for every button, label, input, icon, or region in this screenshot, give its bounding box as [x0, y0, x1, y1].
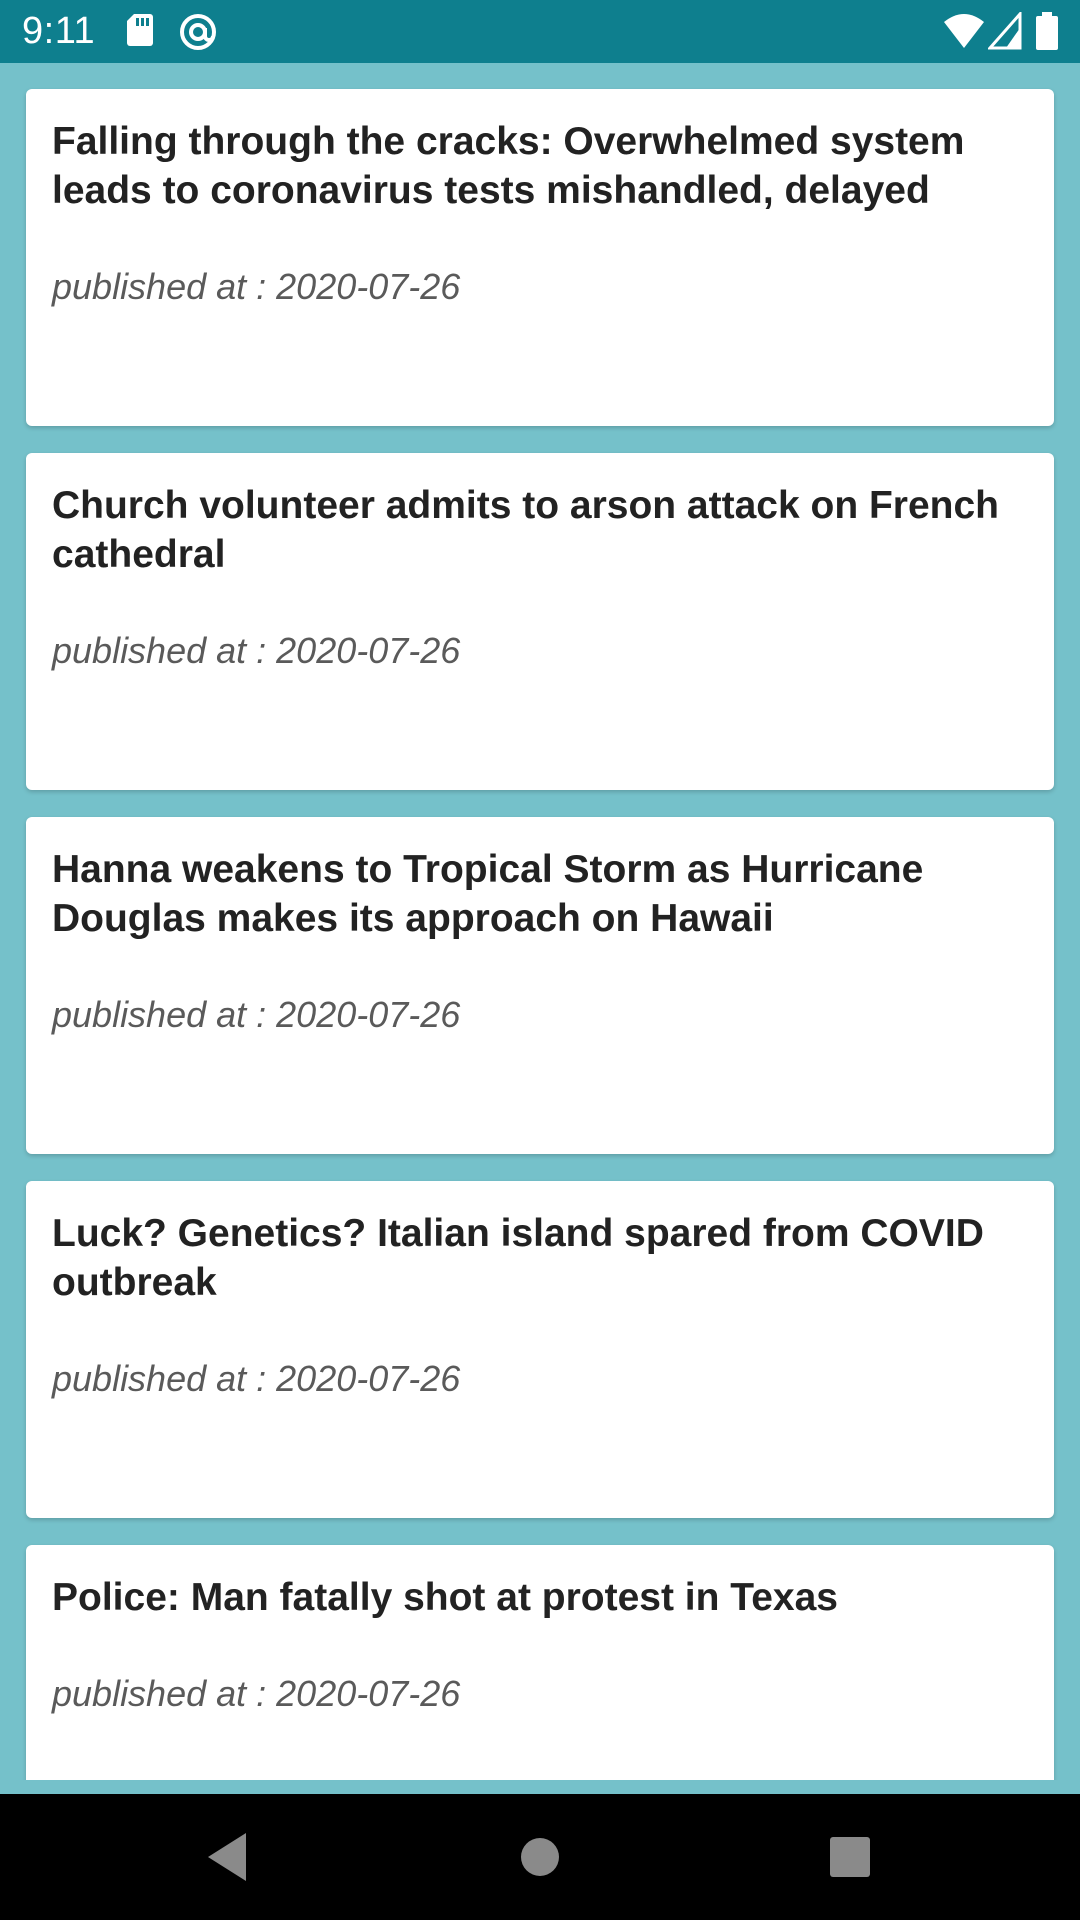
- article-title: Police: Man fatally shot at protest in T…: [52, 1576, 838, 1619]
- at-sign-icon: [178, 12, 218, 52]
- cell-signal-icon: [988, 12, 1022, 52]
- status-time: 9:11: [22, 10, 96, 52]
- article-title: Luck? Genetics? Italian island spared fr…: [52, 1212, 984, 1304]
- article-title: Falling through the cracks: Overwhelmed …: [52, 120, 965, 212]
- article-card[interactable]: Luck? Genetics? Italian island spared fr…: [26, 1181, 1054, 1518]
- article-card[interactable]: Church volunteer admits to arson attack …: [26, 453, 1054, 790]
- article-card[interactable]: Falling through the cracks: Overwhelmed …: [26, 89, 1054, 426]
- article-published-date: published at : 2020-07-26: [52, 1358, 461, 1399]
- article-title: Hanna weakens to Tropical Storm as Hurri…: [52, 848, 924, 940]
- recents-icon[interactable]: [818, 1825, 882, 1889]
- article-published-date: published at : 2020-07-26: [52, 266, 461, 307]
- article-published-date: published at : 2020-07-26: [52, 630, 461, 671]
- article-card[interactable]: Hanna weakens to Tropical Storm as Hurri…: [26, 817, 1054, 1154]
- status-bar: 9:11: [0, 0, 1080, 63]
- article-list[interactable]: Falling through the cracks: Overwhelmed …: [0, 63, 1080, 1780]
- article-title: Church volunteer admits to arson attack …: [52, 484, 1000, 576]
- home-icon[interactable]: [508, 1825, 572, 1889]
- article-published-date: published at : 2020-07-26: [52, 1673, 461, 1714]
- article-published-date: published at : 2020-07-26: [52, 994, 461, 1035]
- article-card[interactable]: Police: Man fatally shot at protest in T…: [26, 1545, 1054, 1780]
- back-icon[interactable]: [196, 1825, 260, 1889]
- navigation-bar: [0, 1794, 1080, 1920]
- sd-card-icon: [126, 12, 154, 52]
- wifi-icon: [944, 12, 984, 52]
- battery-icon: [1036, 12, 1058, 52]
